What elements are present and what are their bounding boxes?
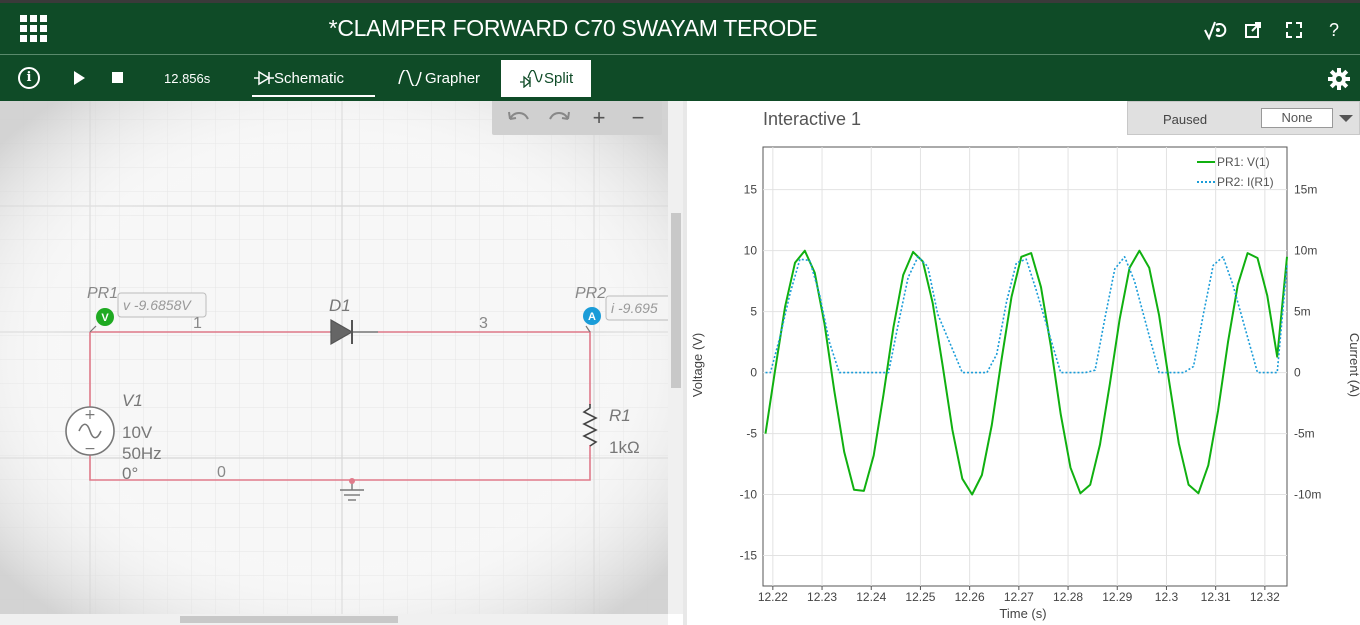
y-tick-label: 5 — [750, 305, 757, 319]
chart-y2-axis-label: Current (A) — [1347, 333, 1360, 397]
diode-label: D1 — [329, 296, 351, 315]
elapsed-time: 12.856s — [164, 71, 211, 86]
horizontal-scroll-thumb[interactable] — [180, 616, 398, 623]
y2-tick-label: 0 — [1294, 366, 1301, 380]
x-tick-label: 12.29 — [1102, 590, 1132, 604]
probe-pr1-name: PR1 — [87, 285, 118, 302]
probe-pr2-badge: A — [588, 311, 596, 323]
source-label: V1 — [122, 391, 143, 410]
chart-y-axis-label: Voltage (V) — [690, 333, 705, 397]
legend-label: PR2: I(R1) — [1217, 175, 1274, 189]
y2-tick-label: 10m — [1294, 244, 1317, 258]
fullscreen-icon[interactable] — [1285, 19, 1303, 41]
tab-schematic-label: Schematic — [274, 70, 345, 87]
resistor-value: 1kΩ — [609, 438, 640, 457]
probe-pr1-badge: V — [101, 312, 109, 324]
y2-tick-label: 15m — [1294, 183, 1317, 197]
node-label-1: 1 — [193, 315, 202, 332]
zoom-in-button[interactable]: + — [584, 103, 614, 133]
info-icon[interactable]: i — [18, 67, 40, 89]
y-tick-label: -10 — [740, 488, 758, 502]
tab-grapher[interactable]: Grapher — [398, 60, 498, 97]
tab-schematic[interactable]: Schematic — [252, 60, 375, 97]
title-bar: *CLAMPER FORWARD C70 SWAYAM TERODE ? — [0, 0, 1360, 54]
simulation-icon[interactable] — [1203, 19, 1227, 41]
x-tick-label: 12.27 — [1004, 590, 1034, 604]
schematic-drawing: + − V v -9.6858V PR1 A i -9.695 PR2 D1 V… — [0, 101, 668, 614]
y-tick-label: 0 — [750, 366, 757, 380]
play-icon[interactable] — [74, 71, 85, 85]
grapher-panel: Interactive 1 Paused None 15 10 5 0 -5 -10 -15… — [687, 101, 1360, 625]
vertical-scrollbar[interactable] — [668, 101, 683, 614]
schematic-canvas[interactable]: + − V v -9.6858V PR1 A i -9.695 PR2 D1 V… — [0, 101, 668, 614]
y2-tick-label: 5m — [1294, 305, 1311, 319]
legend-label: PR1: V(1) — [1217, 155, 1270, 169]
vertical-scroll-thumb[interactable] — [671, 213, 681, 388]
x-tick-label: 12.24 — [856, 590, 886, 604]
redo-icon[interactable] — [544, 107, 574, 127]
help-icon[interactable]: ? — [1326, 19, 1342, 41]
svg-text:−: − — [84, 441, 96, 457]
y-tick-label: -5 — [746, 427, 757, 441]
horizontal-scrollbar[interactable] — [0, 614, 668, 625]
stop-icon[interactable] — [112, 72, 123, 83]
x-tick-label: 12.28 — [1053, 590, 1083, 604]
node-label-0: 0 — [217, 464, 226, 481]
x-tick-label: 12.23 — [807, 590, 837, 604]
waveform-chart[interactable]: 15 10 5 0 -5 -10 -15 15m 10m 5m 0 -5m -10m 12.22 12.… — [687, 101, 1360, 625]
settings-gear-icon[interactable] — [1327, 67, 1351, 91]
pop-out-icon[interactable] — [1244, 19, 1262, 41]
y-tick-label: 15 — [744, 183, 758, 197]
toolbar: i 12.856s Schematic Grapher Split — [0, 54, 1360, 101]
undo-icon[interactable] — [504, 107, 534, 127]
x-tick-label: 12.3 — [1155, 590, 1179, 604]
chart-x-axis-label: Time (s) — [999, 606, 1046, 621]
zoom-out-button[interactable]: − — [623, 103, 653, 133]
y-tick-label: 10 — [744, 244, 758, 258]
zoom-toolbar: + − — [492, 101, 662, 135]
node-label-3: 3 — [479, 315, 488, 332]
x-tick-label: 12.25 — [905, 590, 935, 604]
sine-wave-icon — [398, 70, 422, 86]
probe-pr2-readout: i -9.695 — [611, 300, 658, 316]
plot-area — [762, 146, 1288, 587]
tab-grapher-label: Grapher — [425, 70, 481, 87]
svg-text:+: + — [84, 407, 96, 423]
split-icon — [520, 70, 543, 88]
tab-split-label: Split — [544, 70, 574, 87]
resistor-label: R1 — [609, 406, 631, 425]
y2-tick-label: -5m — [1294, 427, 1315, 441]
window-title: *CLAMPER FORWARD C70 SWAYAM TERODE — [328, 15, 818, 41]
tab-split[interactable]: Split — [501, 60, 591, 97]
source-amplitude: 10V — [122, 423, 153, 442]
source-frequency: 50Hz — [122, 444, 162, 463]
probe-pr2-name: PR2 — [575, 285, 606, 302]
y-tick-label: -15 — [740, 549, 758, 563]
x-tick-label: 12.31 — [1201, 590, 1231, 604]
x-tick-label: 12.22 — [758, 590, 788, 604]
y2-tick-label: -10m — [1294, 488, 1321, 502]
probe-pr1-readout: v -9.6858V — [123, 297, 192, 313]
source-phase: 0° — [122, 464, 138, 483]
diode-icon — [254, 70, 274, 86]
x-tick-label: 12.32 — [1250, 590, 1280, 604]
x-tick-label: 12.26 — [955, 590, 985, 604]
